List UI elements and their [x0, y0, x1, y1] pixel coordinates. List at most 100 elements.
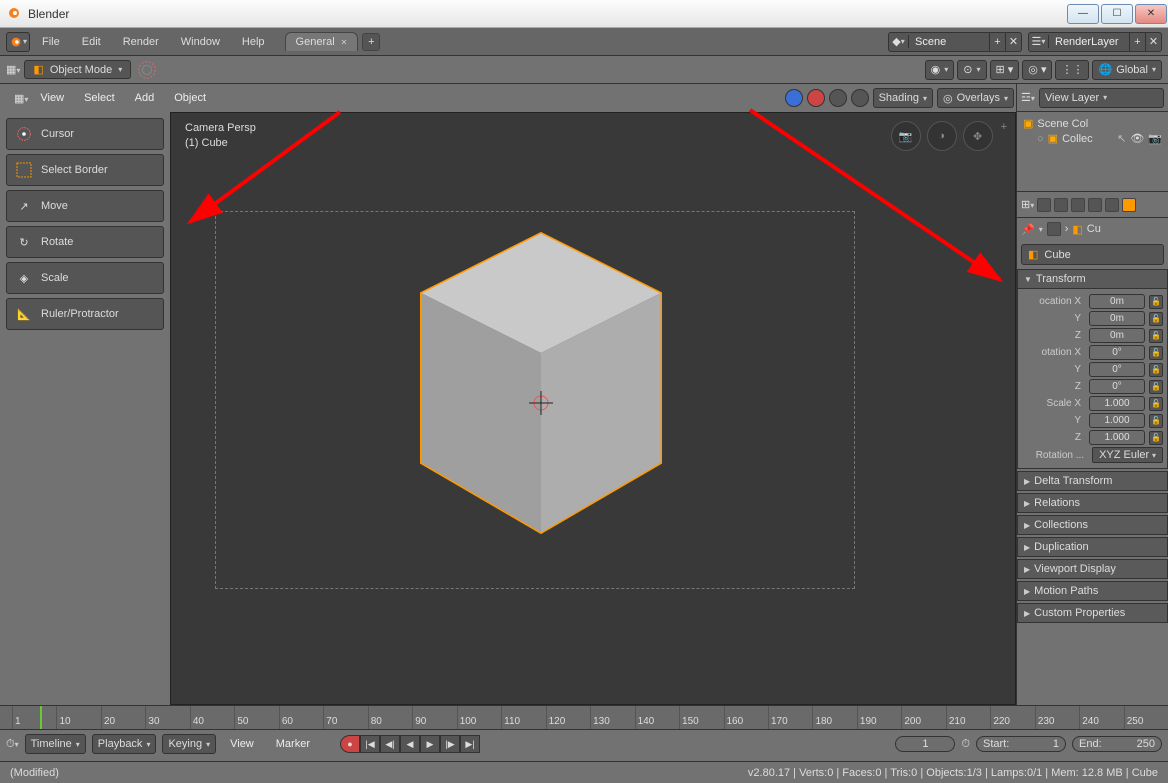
clock-icon[interactable]: ⏱: [961, 738, 970, 751]
menu-help[interactable]: Help: [232, 32, 275, 52]
lock-icon[interactable]: 🔓: [1149, 414, 1163, 428]
keyframe-next-button[interactable]: |▶: [440, 735, 460, 753]
rotation-mode-select[interactable]: XYZ Euler ▾: [1092, 447, 1163, 463]
menu-window[interactable]: Window: [171, 32, 230, 52]
scale-x-field[interactable]: 1.000: [1089, 396, 1145, 411]
add-layer-icon[interactable]: +: [1129, 33, 1145, 51]
timeline-editor-icon[interactable]: ⏱▾: [6, 738, 19, 751]
tree-collection[interactable]: ○▣Collec ↖ 👁 📷: [1021, 131, 1164, 146]
shading-solid-icon[interactable]: [785, 89, 803, 107]
playhead[interactable]: [40, 706, 42, 729]
minimize-button[interactable]: —: [1067, 4, 1099, 24]
scale-z-field[interactable]: 1.000: [1089, 430, 1145, 445]
panel-viewport-display[interactable]: ▶Viewport Display: [1017, 559, 1168, 579]
zoom-gizmo-icon[interactable]: ◑: [927, 121, 957, 151]
shading-material-icon[interactable]: [807, 89, 825, 107]
panel-duplication[interactable]: ▶Duplication: [1017, 537, 1168, 557]
shading-mode-cluster[interactable]: ◉▾: [925, 60, 955, 80]
shading-wire-icon[interactable]: [829, 89, 847, 107]
location-y-field[interactable]: 0m: [1089, 311, 1145, 326]
playback-menu[interactable]: Playback▾: [92, 734, 157, 754]
tl-view[interactable]: View: [222, 734, 262, 754]
tool-select-border[interactable]: Select Border: [6, 154, 164, 186]
lock-icon[interactable]: 🔓: [1149, 380, 1163, 394]
blender-menu-icon[interactable]: ▾: [6, 32, 30, 52]
play-button[interactable]: ▶: [420, 735, 440, 753]
tab-view-icon[interactable]: [1071, 198, 1085, 212]
rotation-z-field[interactable]: 0°: [1089, 379, 1145, 394]
menu-select[interactable]: Select: [76, 88, 123, 108]
lock-icon[interactable]: 🔓: [1149, 295, 1163, 309]
add-workspace-button[interactable]: +: [362, 33, 380, 51]
panel-collections[interactable]: ▶Collections: [1017, 515, 1168, 535]
workspace-tab-general[interactable]: General✕: [285, 32, 359, 51]
outliner[interactable]: ▣Scene Col ○▣Collec ↖ 👁 📷: [1017, 112, 1168, 192]
tool-ruler[interactable]: 📐Ruler/Protractor: [6, 298, 164, 330]
tab-object-icon[interactable]: [1122, 198, 1136, 212]
del-layer-icon[interactable]: ✕: [1145, 33, 1161, 51]
current-frame-field[interactable]: 1: [895, 736, 955, 752]
viewport-editor-icon[interactable]: ▦▾: [14, 92, 28, 105]
lock-icon[interactable]: 🔓: [1149, 312, 1163, 326]
editor-type-icon[interactable]: ▦▾: [6, 63, 20, 76]
del-scene-icon[interactable]: ✕: [1005, 33, 1021, 51]
outliner-editor-icon[interactable]: ☲▾: [1021, 91, 1035, 104]
keying-menu[interactable]: Keying▾: [162, 734, 216, 754]
autokey-button[interactable]: ●: [340, 735, 360, 753]
props-editor-icon[interactable]: ⊞▾: [1021, 198, 1034, 211]
menu-render[interactable]: Render: [113, 32, 169, 52]
location-x-field[interactable]: 0m: [1089, 294, 1145, 309]
cube-mesh[interactable]: [341, 173, 741, 573]
keyframe-prev-button[interactable]: ◀|: [380, 735, 400, 753]
menu-add[interactable]: Add: [127, 88, 163, 108]
scale-y-field[interactable]: 1.000: [1089, 413, 1145, 428]
orientation-selector[interactable]: 🌐Global▾: [1092, 60, 1162, 80]
jump-start-button[interactable]: |◀: [360, 735, 380, 753]
play-reverse-button[interactable]: ◀: [400, 735, 420, 753]
tool-scale[interactable]: ◈Scale: [6, 262, 164, 294]
lock-icon[interactable]: 🔓: [1149, 363, 1163, 377]
menu-object[interactable]: Object: [166, 88, 214, 108]
lock-icon[interactable]: 🔓: [1149, 431, 1163, 445]
rotation-y-field[interactable]: 0°: [1089, 362, 1145, 377]
misc-cluster[interactable]: ⋮⋮: [1055, 60, 1089, 80]
panel-motion-paths[interactable]: ▶Motion Paths: [1017, 581, 1168, 601]
render-icon[interactable]: 📷: [1148, 132, 1162, 145]
tl-marker[interactable]: Marker: [268, 734, 318, 754]
timeline-mode[interactable]: Timeline▾: [25, 734, 86, 754]
panel-delta-transform[interactable]: ▶Delta Transform: [1017, 471, 1168, 491]
rotation-x-field[interactable]: 0°: [1089, 345, 1145, 360]
add-scene-icon[interactable]: +: [989, 33, 1005, 51]
nav-gizmo-icon[interactable]: ✥: [963, 121, 993, 151]
tree-scene-collection[interactable]: ▣Scene Col: [1021, 116, 1164, 131]
panel-relations[interactable]: ▶Relations: [1017, 493, 1168, 513]
overlays-dropdown[interactable]: ◎Overlays▾: [937, 88, 1014, 108]
proportional-cluster[interactable]: ◎ ▾: [1022, 60, 1052, 80]
renderlayer-selector[interactable]: ☰▾ RenderLayer + ✕: [1028, 32, 1162, 52]
lock-icon[interactable]: 🔓: [1149, 397, 1163, 411]
menu-edit[interactable]: Edit: [72, 32, 111, 52]
pivot-cluster[interactable]: ⊙▾: [957, 60, 986, 80]
object-name-field[interactable]: ◧ Cube: [1021, 244, 1164, 265]
cursor-tiny-icon[interactable]: ↖: [1117, 132, 1126, 145]
close-button[interactable]: ✕: [1135, 4, 1167, 24]
shading-dropdown[interactable]: Shading▾: [873, 88, 933, 108]
end-frame-field[interactable]: End:250: [1072, 736, 1162, 752]
menu-view[interactable]: View: [32, 88, 72, 108]
start-frame-field[interactable]: Start:1: [976, 736, 1066, 752]
pin-icon[interactable]: 📌: [1021, 223, 1035, 236]
panel-transform-head[interactable]: ▼Transform: [1017, 269, 1168, 289]
panel-custom-properties[interactable]: ▶Custom Properties: [1017, 603, 1168, 623]
eye-icon[interactable]: 👁: [1130, 132, 1144, 145]
tool-move[interactable]: ↗Move: [6, 190, 164, 222]
lock-icon[interactable]: 🔓: [1149, 329, 1163, 343]
menu-file[interactable]: File: [32, 32, 70, 52]
close-icon[interactable]: ✕: [341, 38, 348, 47]
maximize-button[interactable]: ☐: [1101, 4, 1133, 24]
camera-gizmo-icon[interactable]: 📷: [891, 121, 921, 151]
viewlayer-field[interactable]: View Layer▾: [1039, 88, 1164, 108]
manipulator-icon[interactable]: [135, 59, 159, 81]
mode-selector[interactable]: ◧ Object Mode▾: [24, 60, 131, 79]
tool-rotate[interactable]: ↻Rotate: [6, 226, 164, 258]
tab-scene-icon[interactable]: [1088, 198, 1102, 212]
